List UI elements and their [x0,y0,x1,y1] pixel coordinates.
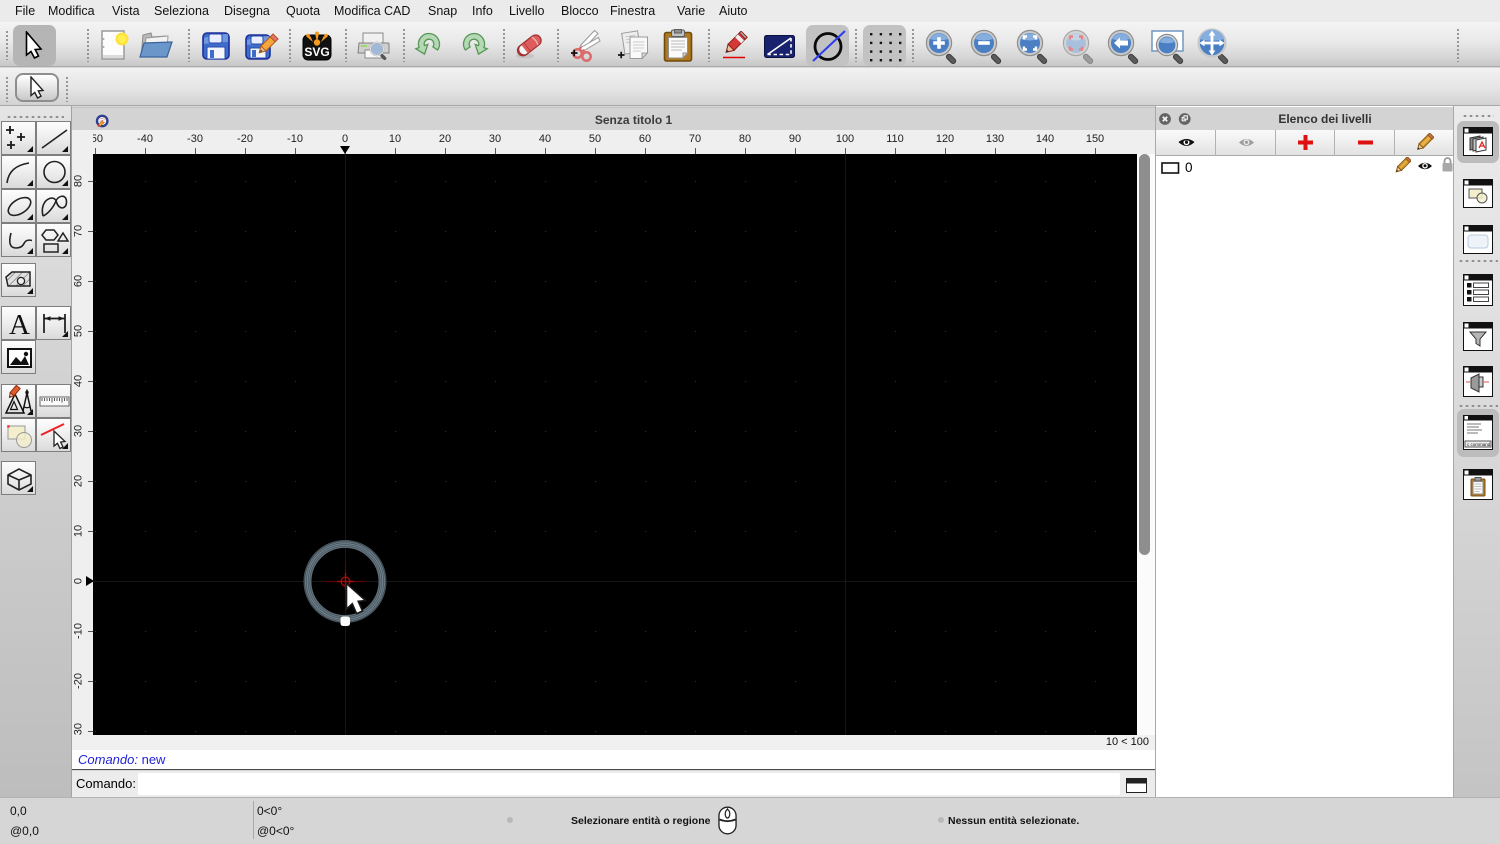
svg-text:SVG: SVG [304,45,329,59]
svg-text:c command: c command [1467,442,1491,447]
svg-text:A: A [9,309,30,341]
